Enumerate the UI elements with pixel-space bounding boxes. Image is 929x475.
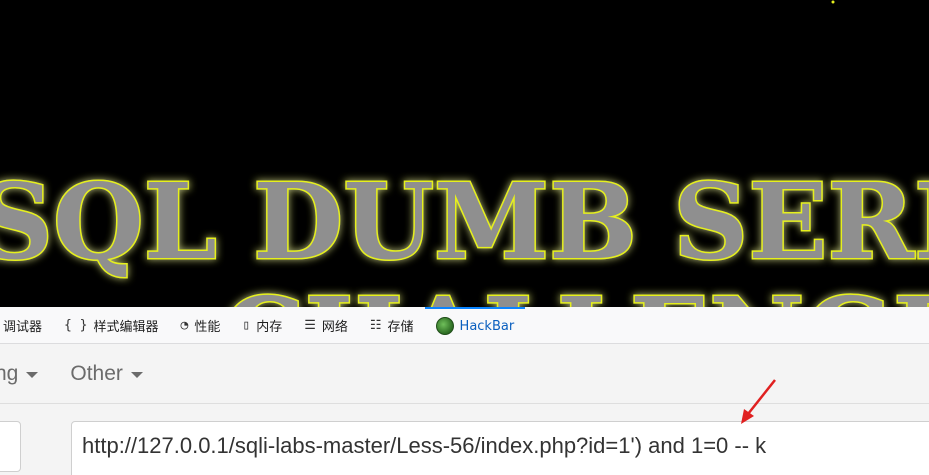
sql-dumb-series-banner: SQL DUMB SERIES CHALLENGES (0, 0, 929, 307)
banner-title-line1: SQL DUMB SERIES (0, 160, 929, 283)
url-input[interactable]: http://127.0.0.1/sqli-labs-master/Less-5… (71, 421, 929, 475)
banner-title-line2: CHALLENGES (222, 274, 929, 307)
tab-label: 调试器 (3, 319, 43, 335)
encoding-menu-label: ng (0, 361, 19, 385)
tab-memory[interactable]: ▯ 内存 (231, 307, 293, 343)
style-editor-icon: { } (64, 317, 88, 333)
tab-label: 网络 (321, 319, 348, 335)
hackbar-toolbar: ng Other (0, 344, 929, 404)
devtools-tab-bar: 调试器 { } 样式编辑器 ◔ 性能 ▯ 内存 ☰ 网络 ☷ 存储 HackBa… (0, 307, 929, 344)
banner-graphic: SQL DUMB SERIES CHALLENGES (0, 0, 929, 307)
tab-label: HackBar (459, 318, 515, 334)
chevron-down-icon (26, 371, 39, 378)
tab-label: 存储 (387, 319, 414, 335)
tab-debugger[interactable]: 调试器 (0, 307, 53, 343)
other-menu-label: Other (70, 361, 123, 385)
arrow-icon (741, 379, 776, 424)
banner-spark (831, 0, 835, 4)
network-icon: ☰ (304, 317, 316, 333)
other-menu[interactable]: Other (70, 362, 143, 386)
storage-icon: ☷ (369, 317, 382, 333)
chevron-down-icon (130, 371, 143, 378)
tab-style-editor[interactable]: { } 样式编辑器 (53, 307, 170, 343)
tab-performance[interactable]: ◔ 性能 (170, 307, 232, 343)
memory-icon: ▯ (242, 317, 251, 333)
encoding-menu[interactable]: ng (0, 361, 39, 386)
tab-label: 内存 (256, 319, 283, 335)
side-action-button[interactable] (0, 421, 21, 472)
hackbar-url-area: http://127.0.0.1/sqli-labs-master/Less-5… (0, 404, 929, 475)
tab-label: 性能 (194, 319, 221, 335)
tab-hackbar[interactable]: HackBar (424, 307, 526, 343)
performance-icon: ◔ (180, 317, 189, 333)
hackbar-icon (435, 317, 454, 335)
tab-label: 样式编辑器 (93, 319, 159, 335)
tab-network[interactable]: ☰ 网络 (293, 307, 359, 343)
tab-storage[interactable]: ☷ 存储 (359, 307, 425, 343)
